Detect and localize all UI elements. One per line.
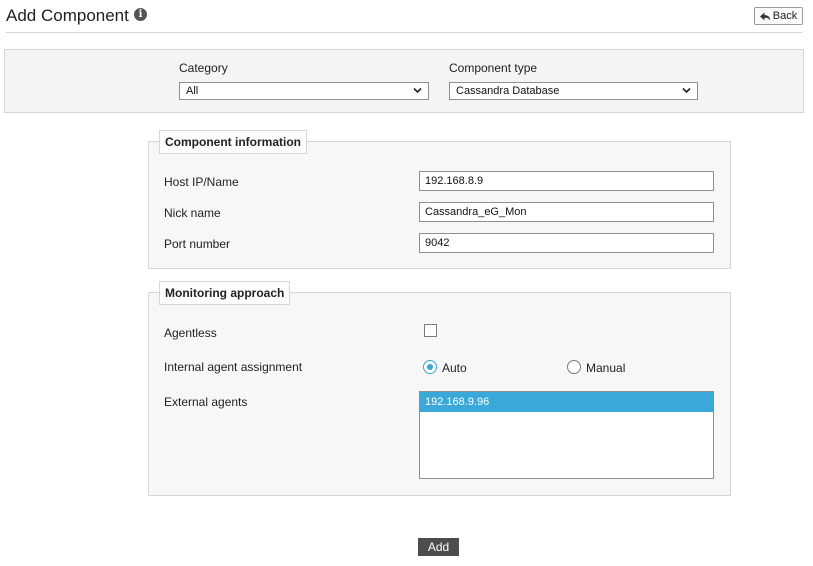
port-label: Port number — [164, 237, 231, 251]
back-button[interactable]: Back — [754, 7, 803, 25]
auto-radio[interactable] — [423, 360, 437, 374]
page-title: Add Component — [6, 6, 129, 25]
add-button[interactable]: Add — [418, 538, 459, 556]
manual-radio[interactable] — [567, 360, 581, 374]
back-label: Back — [772, 10, 798, 22]
internal-agent-assignment-label: Internal agent assignment — [164, 360, 303, 374]
external-agents-listbox[interactable]: 192.168.9.96 — [419, 391, 714, 479]
host-label: Host IP/Name — [164, 175, 239, 189]
component-type-select-value: Cassandra Database — [456, 85, 560, 97]
agentless-label: Agentless — [164, 326, 217, 340]
port-input[interactable]: 9042 — [419, 233, 714, 253]
nick-name-label: Nick name — [164, 206, 221, 220]
component-type-select[interactable]: Cassandra Database — [449, 82, 698, 100]
chevron-down-icon — [682, 87, 691, 94]
agentless-checkbox[interactable] — [424, 324, 437, 337]
filter-panel — [4, 49, 804, 113]
reply-arrow-icon — [759, 12, 771, 20]
component-information-legend: Component information — [159, 130, 307, 154]
external-agent-option[interactable]: 192.168.9.96 — [420, 392, 713, 412]
auto-radio-label[interactable]: Auto — [442, 361, 467, 375]
manual-radio-label[interactable]: Manual — [586, 361, 625, 375]
component-type-label: Component type — [449, 61, 538, 75]
external-agents-label: External agents — [164, 395, 248, 409]
info-icon[interactable]: i — [134, 8, 147, 21]
radio-selected-dot — [427, 364, 433, 370]
host-input[interactable]: 192.168.8.9 — [419, 171, 714, 191]
chevron-down-icon — [413, 87, 422, 94]
category-label: Category — [179, 61, 228, 75]
category-select[interactable]: All — [179, 82, 429, 100]
category-select-value: All — [186, 85, 199, 97]
monitoring-approach-legend: Monitoring approach — [159, 281, 291, 305]
nick-name-input[interactable]: Cassandra_eG_Mon — [419, 202, 714, 222]
title-divider — [6, 32, 802, 33]
